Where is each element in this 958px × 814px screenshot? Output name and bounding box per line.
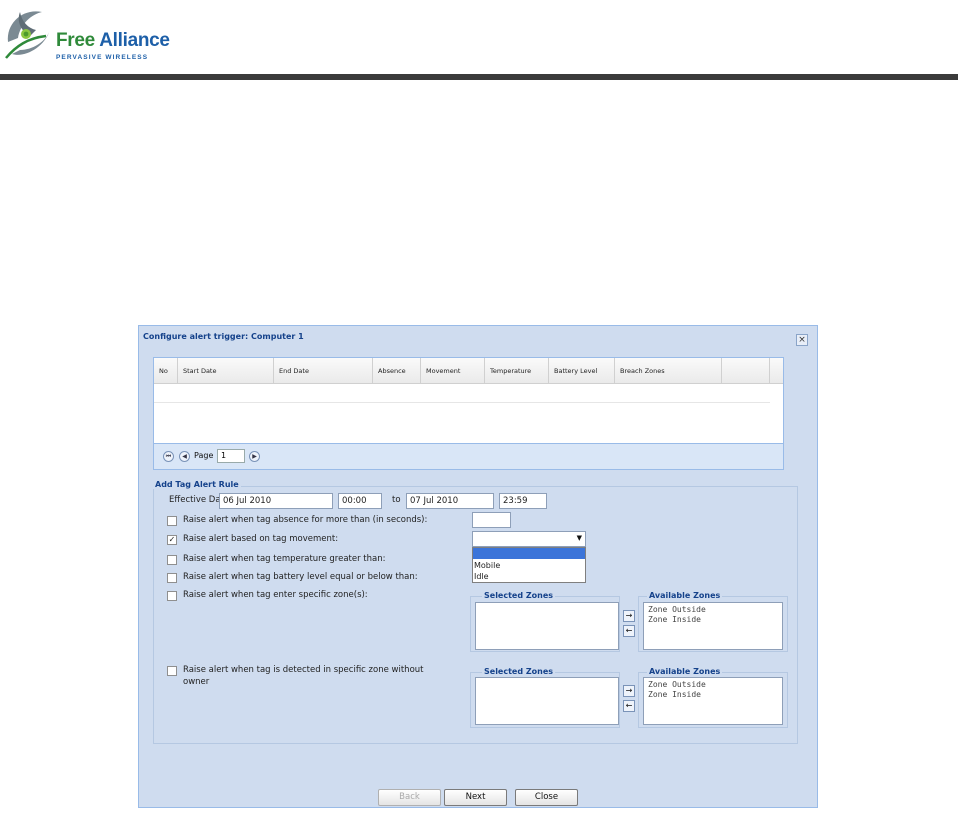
first-page-icon[interactable]: ⏮ [163,451,174,462]
back-button[interactable]: Back [378,789,441,806]
close-icon[interactable]: × [796,334,808,346]
available-zone-item[interactable]: Zone Outside [648,680,706,689]
no-owner-option-label: Raise alert when tag is detected in spec… [183,665,424,675]
available-zones-list-2[interactable]: Zone Outside Zone Inside [643,677,783,725]
movement-dropdown-list: Mobile Idle [472,547,586,583]
column-header-no[interactable]: No [154,358,178,384]
column-header-movement[interactable]: Movement [421,358,485,384]
brand-tagline: PERVASIVE WIRELESS [56,54,149,61]
no-owner-checkbox[interactable] [167,666,177,676]
column-header-start-date[interactable]: Start Date [178,358,274,384]
add-tag-alert-rule-legend: Add Tag Alert Rule [153,480,241,489]
remove-zone-arrow-icon[interactable]: ← [623,625,635,637]
end-date-field[interactable]: 07 Jul 2010 [406,493,494,509]
prev-page-icon[interactable]: ◀ [179,451,190,462]
end-time-field[interactable]: 23:59 [499,493,547,509]
absence-seconds-input[interactable] [472,512,511,528]
movement-dropdown-wrap: ▼ [472,531,586,547]
available-zones-legend-2: Available Zones [647,667,723,676]
brand-name: Free Alliance [56,30,170,51]
grid-header: No Start Date End Date Absence Movement … [154,358,783,384]
column-header-breach-zones[interactable]: Breach Zones [615,358,722,384]
start-date-field[interactable]: 06 Jul 2010 [219,493,333,509]
next-button[interactable]: Next [444,789,507,806]
available-zone-item[interactable]: Zone Outside [648,605,706,614]
column-header-absence[interactable]: Absence [373,358,421,384]
zone-enter-checkbox[interactable] [167,591,177,601]
battery-option-label: Raise alert when tag battery level equal… [183,572,418,582]
alert-rules-grid: No Start Date End Date Absence Movement … [153,357,784,470]
next-page-icon[interactable]: ▶ [249,451,260,462]
dropdown-option-mobile[interactable]: Mobile [474,561,500,570]
movement-option-label: Raise alert based on tag movement: [183,534,339,544]
to-label: to [392,495,401,505]
battery-checkbox[interactable] [167,573,177,583]
column-header-battery-level[interactable]: Battery Level [549,358,615,384]
header-divider [0,74,958,80]
selected-zones-legend-2: Selected Zones [482,667,556,676]
column-header-end-date[interactable]: End Date [274,358,373,384]
absence-checkbox[interactable] [167,516,177,526]
page-number-input[interactable]: 1 [217,449,245,463]
available-zones-list[interactable]: Zone Outside Zone Inside [643,602,783,650]
selected-zones-list-2[interactable] [475,677,619,725]
configure-alert-dialog: Configure alert trigger: Computer 1 × No… [138,325,818,808]
dialog-title: Configure alert trigger: Computer 1 [143,332,304,341]
close-button[interactable]: Close [515,789,578,806]
selected-zones-list[interactable] [475,602,619,650]
add-zone-arrow-icon[interactable]: → [623,610,635,622]
temperature-option-label: Raise alert when tag temperature greater… [183,554,386,564]
available-zone-item[interactable]: Zone Inside [648,690,701,699]
start-time-field[interactable]: 00:00 [338,493,382,509]
column-header-temperature[interactable]: Temperature [485,358,549,384]
add-zone-arrow-icon-2[interactable]: → [623,685,635,697]
dropdown-option-idle[interactable]: Idle [474,572,489,581]
dropdown-option-blank-selected[interactable] [473,548,585,559]
remove-zone-arrow-icon-2[interactable]: ← [623,700,635,712]
free-alliance-logo: Free Alliance PERVASIVE WIRELESS [0,0,175,72]
temperature-checkbox[interactable] [167,555,177,565]
column-header-extra[interactable] [722,358,770,384]
absence-option-label: Raise alert when tag absence for more th… [183,515,428,525]
zone-enter-option-label: Raise alert when tag enter specific zone… [183,590,368,600]
logo-swirl-icon [5,11,50,59]
paging-toolbar: ⏮ ◀ Page 1 ▶ [154,443,783,469]
page-label: Page [194,451,214,460]
selected-zones-legend: Selected Zones [482,591,556,600]
grid-row-divider [154,402,770,403]
chevron-down-icon[interactable]: ▼ [577,534,582,542]
available-zones-legend: Available Zones [647,591,723,600]
available-zone-item[interactable]: Zone Inside [648,615,701,624]
no-owner-option-label-cont: owner [183,677,210,687]
movement-checkbox[interactable]: ✓ [167,535,177,545]
